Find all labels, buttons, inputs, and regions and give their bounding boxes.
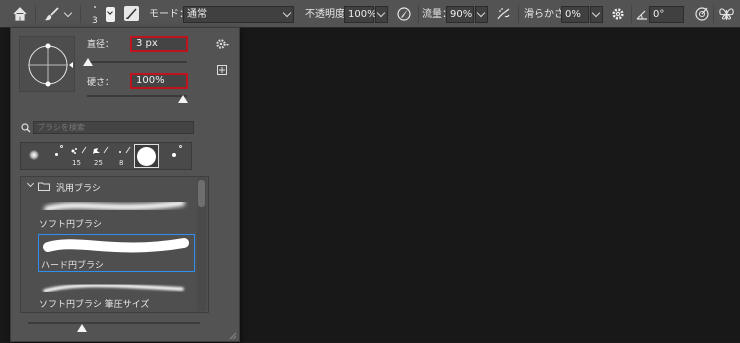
brush-picker-dot[interactable] — [94, 6, 96, 8]
brush-tool-icon[interactable] — [44, 6, 60, 22]
size-slider-thumb[interactable] — [83, 58, 93, 66]
separator — [631, 5, 632, 23]
pressure-opacity-icon[interactable] — [396, 6, 412, 22]
separator — [713, 5, 714, 23]
chevron-down-icon — [476, 8, 486, 18]
mode-select[interactable]: 通常 — [183, 6, 294, 23]
chevron-down-icon — [591, 8, 601, 18]
brush-list-item[interactable]: ソフト円ブラシ 筆圧サイズ — [37, 276, 194, 312]
pressure-size-icon[interactable] — [694, 6, 710, 22]
chevron-down-icon — [282, 8, 292, 18]
soft-stroke-preview — [44, 200, 185, 212]
hardness-label: 硬さ： — [87, 78, 115, 88]
brush-list-scrollbar[interactable] — [197, 178, 206, 311]
brush-tip-preview[interactable] — [19, 36, 75, 92]
soft-brush-thumb — [29, 150, 39, 160]
hardness-slider-thumb[interactable] — [178, 95, 188, 103]
tool-preset-chevron-down-icon[interactable] — [63, 8, 73, 18]
gear-icon[interactable] — [611, 7, 625, 21]
search-icon — [21, 123, 31, 133]
preset-size: 8 — [119, 159, 124, 167]
small-dot-brush-thumb — [119, 146, 131, 154]
preset-size: 15 — [72, 159, 81, 167]
brush-list-item-selected[interactable]: ハード円ブラシ — [38, 234, 195, 272]
brush-settings-panel-icon[interactable] — [124, 6, 139, 21]
splatter-brush-thumb — [93, 146, 109, 154]
opacity-field[interactable]: 100% — [344, 6, 377, 23]
hard-round-brush-thumb — [137, 147, 156, 166]
separator — [80, 5, 81, 23]
dot-brush-thumb — [172, 153, 176, 157]
recent-brushes-strip: 15 25 8 — [20, 142, 192, 170]
smoothing-field[interactable]: 0% — [561, 6, 589, 23]
mode-value: 通常 — [187, 9, 207, 20]
preset-brush[interactable] — [45, 143, 67, 169]
preset-brush[interactable]: 25 — [89, 143, 111, 169]
size-field[interactable]: 3 px — [130, 36, 188, 52]
hardness-field[interactable]: 100% — [130, 73, 188, 89]
dot-brush-thumb — [55, 153, 58, 156]
size-slider-track[interactable] — [87, 61, 187, 63]
brush-list-item[interactable]: ソフト円ブラシ — [37, 191, 194, 230]
folder-icon — [38, 182, 50, 191]
resize-grip-icon[interactable] — [227, 330, 237, 340]
brush-picker-button[interactable] — [106, 7, 115, 22]
preset-brush[interactable] — [163, 143, 185, 169]
brush-name: ソフト円ブラシ 筆圧サイズ — [39, 300, 150, 310]
pressure-mark-icon — [179, 145, 182, 148]
separator — [418, 5, 419, 23]
brush-angle-roundness-widget — [28, 43, 73, 87]
brush-name: ソフト円ブラシ — [39, 220, 102, 230]
new-preset-icon[interactable] — [217, 65, 227, 75]
scrollbar-thumb[interactable] — [198, 180, 205, 207]
opacity-dropdown[interactable] — [375, 6, 388, 23]
hardness-slider-track[interactable] — [87, 95, 187, 97]
brush-search-input[interactable] — [33, 121, 194, 134]
smoothing-dropdown[interactable] — [590, 6, 603, 23]
smoothing-value: 0% — [565, 9, 581, 20]
flow-dropdown[interactable] — [475, 6, 488, 23]
flow-field[interactable]: 90% — [446, 6, 474, 23]
pressure-mark-icon — [60, 145, 63, 148]
angle-field[interactable]: 0° — [649, 6, 684, 23]
angle-icon — [636, 8, 648, 20]
chevron-down-icon — [107, 9, 113, 15]
group-expand-chevron-down-icon[interactable] — [26, 179, 35, 188]
airbrush-icon[interactable] — [496, 6, 512, 22]
chevron-down-icon — [376, 8, 386, 18]
angle-value: 0° — [653, 9, 665, 20]
preview-size-slider-thumb[interactable] — [77, 324, 87, 332]
preset-brush[interactable] — [23, 143, 45, 169]
pressure-stroke-preview — [43, 283, 184, 293]
preset-size: 25 — [94, 159, 103, 167]
separator — [35, 5, 36, 23]
preset-brush[interactable]: 8 — [111, 143, 133, 169]
scatter-brush-thumb — [71, 146, 87, 154]
symmetry-butterfly-icon[interactable] — [718, 6, 735, 22]
brush-list: 汎用ブラシ ソフト円ブラシ ハード円ブラシ ソフト円ブラシ 筆圧サイズ — [20, 176, 209, 313]
opacity-value: 100% — [348, 9, 377, 20]
options-bar: 3 モード： 通常 不透明度： 100% 流量： 90% 滑らかさ： 0% 0° — [0, 0, 740, 28]
home-icon[interactable] — [12, 6, 28, 22]
size-label: 直径： — [87, 40, 115, 50]
brush-size-value[interactable]: 3 — [92, 15, 98, 27]
preset-brush[interactable]: 15 — [67, 143, 89, 169]
preview-size-slider-track[interactable] — [28, 322, 200, 324]
gear-icon[interactable] — [216, 38, 230, 50]
preset-brush-selected[interactable] — [134, 144, 159, 168]
brush-preset-picker: 直径： 3 px 硬さ： 100% 15 25 — [10, 27, 240, 342]
flow-value: 90% — [450, 9, 473, 20]
brush-name: ハード円ブラシ — [41, 261, 104, 271]
separator — [518, 5, 519, 23]
hard-stroke-preview — [43, 238, 189, 253]
